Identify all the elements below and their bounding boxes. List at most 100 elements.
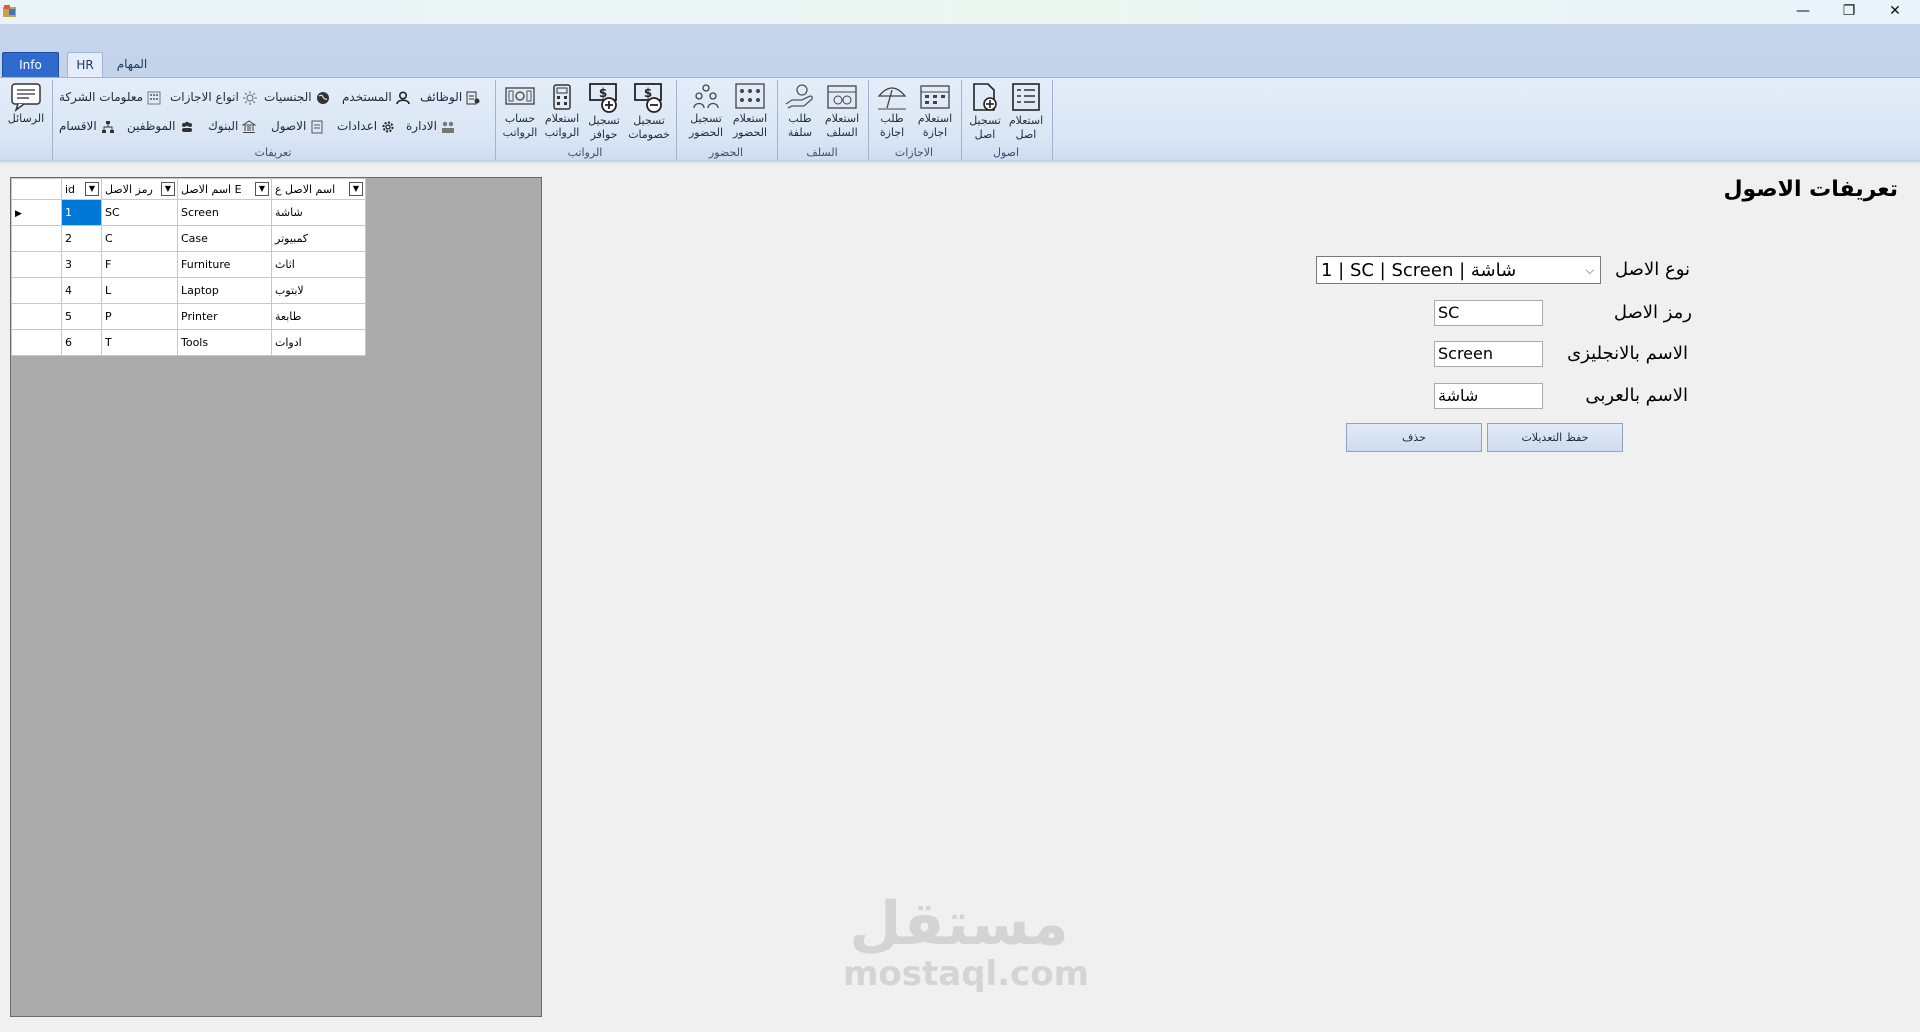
name-ar-field[interactable] [1434,383,1543,409]
watermark-logo: مستقل mostaql.com [843,889,1090,994]
delete-button[interactable]: حذف [1346,423,1482,452]
filter-dropdown-icon[interactable]: ▼ [85,182,99,196]
restore-icon[interactable]: ❐ [1826,0,1872,22]
admin-icon [441,121,454,133]
name-en-label: الاسم بالانجليزى [1567,343,1688,364]
register-deductions-button[interactable]: $ تسجيل خصومات [627,80,671,144]
name-ar-label: الاسم بالعربى [1585,385,1688,406]
table-row[interactable]: 6 T Tools ادوات [11,329,366,356]
title-bar: — ❐ ✕ [0,0,1920,24]
row-selector[interactable] [11,251,62,278]
attendance-board-icon [735,83,765,109]
column-header-id[interactable]: id ▼ [61,178,102,200]
calculate-salaries-button[interactable]: حساب الرواتب [498,80,542,144]
money-remove-icon: $ [634,83,662,113]
group-label-definitions: تعريفات [254,146,292,159]
name-en-field[interactable] [1434,341,1543,367]
document-icon [311,120,323,133]
departments-button[interactable]: الاقسام [59,116,115,136]
filter-dropdown-icon[interactable]: ▼ [161,182,175,196]
vacation-types-button[interactable]: انواع الاجازات [170,87,257,107]
money-add-icon: $ [589,83,617,113]
banks-button[interactable]: البنوك [208,116,257,136]
people-icon [693,84,719,109]
bank-icon [241,119,257,133]
group-label-salaries: الرواتب [567,146,603,159]
tab-info[interactable]: Info [2,52,59,77]
company-info-button[interactable]: معلومات الشركة [59,87,161,107]
table-row[interactable]: 5 P Printer طابعة [11,303,366,330]
group-label-assets: اصول [992,146,1020,159]
minimize-icon[interactable]: — [1780,0,1826,22]
page-title: تعريفات الاصول [1723,177,1898,202]
table-row[interactable]: ▶ 1 SC Screen شاشة [11,199,366,226]
money-icon [505,87,535,105]
tab-tasks[interactable]: المهام [112,52,152,76]
building-icon [147,91,161,104]
row-selector[interactable] [11,329,62,356]
jobs-button[interactable]: الوظائف [420,87,480,107]
group-label-advances: السلف [806,146,838,159]
jobs-icon [466,91,480,104]
calendar-icon [920,85,950,109]
grid-header-row: id ▼ رمز الاصل ▼ اسم الاصل E ▼ اسم الاصل ع ▼ [11,178,366,200]
nationalities-button[interactable]: الجنسيات [264,87,330,107]
salaries-inquiry-button[interactable]: استعلام الرواتب [540,80,584,144]
register-asset-button[interactable]: تسجيل اصل [963,80,1007,144]
current-row-arrow-icon: ▶ [15,209,22,219]
message-icon [11,83,41,112]
table-row[interactable]: 4 L Laptop لابتوب [11,277,366,304]
asset-inquiry-button[interactable]: استعلام اصل [1004,80,1048,144]
column-header-name-en[interactable]: اسم الاصل E ▼ [177,178,272,200]
sun-icon [242,90,257,105]
settings-button[interactable]: اعدادات [337,116,395,136]
column-header-code[interactable]: رمز الاصل ▼ [101,178,178,200]
asset-code-field[interactable] [1434,300,1543,326]
employees-button[interactable]: الموظفين [127,116,194,136]
register-attendance-button[interactable]: تسجيل الحضور [684,80,728,144]
gear-icon [382,121,394,132]
departments-icon [101,120,114,133]
table-row[interactable]: 3 F Furniture اثاث [11,251,366,278]
attendance-inquiry-button[interactable]: استعلام الحضور [727,80,773,144]
table-row[interactable]: 2 C Case كمبيوتر [11,225,366,252]
filter-dropdown-icon[interactable]: ▼ [349,182,363,196]
assets-grid[interactable]: id ▼ رمز الاصل ▼ اسم الاصل E ▼ اسم الاصل ع ▼… [10,177,542,1017]
advances-inquiry-button[interactable]: استعلام السلف [820,80,864,144]
employees-icon [181,121,192,132]
group-label-vacations: الاجازات [894,146,934,159]
asset-code-label: رمز الاصل [1613,302,1692,323]
list-document-icon [1012,83,1040,111]
row-selector[interactable]: ▶ [11,199,62,226]
assets-button[interactable]: الاصول [271,116,324,136]
row-selector[interactable] [11,277,62,304]
request-advance-button[interactable]: طلب سلفة [779,80,821,144]
row-selector[interactable] [11,225,62,252]
document-add-icon [973,83,997,111]
save-changes-button[interactable]: حفظ التعديلات [1487,423,1623,452]
row-selector[interactable] [11,303,62,330]
ribbon-tab-strip [0,24,1920,77]
asset-type-label: نوع الاصل [1615,259,1690,280]
umbrella-icon [877,87,907,110]
request-vacation-button[interactable]: طلب اجازة [870,80,914,144]
vacation-inquiry-button[interactable]: استعلام اجازة [913,80,957,144]
calculator-icon [553,84,571,110]
assets-table[interactable]: id ▼ رمز الاصل ▼ اسم الاصل E ▼ اسم الاصل ع ▼… [11,178,366,356]
filter-dropdown-icon[interactable]: ▼ [255,182,269,196]
globe-icon [316,91,329,104]
messages-button[interactable]: الرسائل [2,80,50,144]
tab-hr[interactable]: HR [67,52,103,78]
group-label-attendance: الحضور [708,146,744,159]
chevron-down-icon[interactable]: ⌵ [1586,257,1594,285]
grid-corner [11,178,62,200]
user-button[interactable]: المستخدم [342,87,410,107]
administration-button[interactable]: الادارة [406,116,455,136]
register-incentives-button[interactable]: $ تسجيل حوافز [582,80,626,144]
column-header-name-ar[interactable]: اسم الاصل ع ▼ [271,178,366,200]
user-icon [395,90,410,104]
hand-coin-icon [785,84,813,109]
close-icon[interactable]: ✕ [1872,0,1918,22]
app-icon [3,5,16,17]
asset-type-combobox[interactable]: 1 | SC | Screen | شاشة ⌵ [1316,256,1601,284]
